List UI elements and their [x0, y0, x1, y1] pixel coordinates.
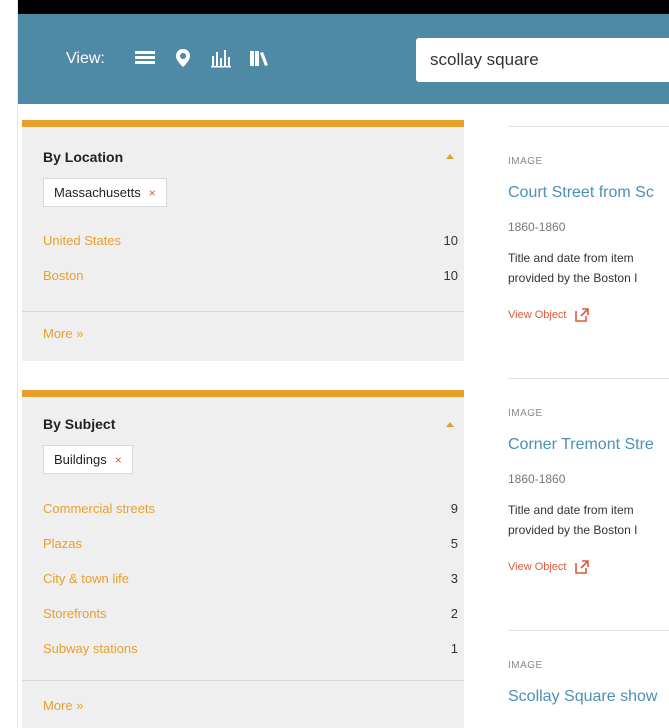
- facet-by-location: By Location Massachusetts × United State…: [22, 120, 464, 361]
- result-divider: [508, 126, 669, 127]
- result-divider: [508, 630, 669, 631]
- facet-item-count: 10: [443, 233, 458, 248]
- search-input[interactable]: [416, 38, 669, 82]
- result-title[interactable]: Corner Tremont Stre: [508, 436, 654, 454]
- facet-by-subject: By Subject Buildings × Commercial street…: [22, 390, 464, 728]
- facet-item[interactable]: Plazas 5: [43, 536, 458, 551]
- result-date: 1860-1860: [508, 472, 566, 486]
- view-object-link[interactable]: View Object: [508, 308, 589, 322]
- facet-item-label[interactable]: Storefronts: [43, 606, 107, 621]
- result-description: provided by the Boston I: [508, 271, 638, 285]
- facet-item-label[interactable]: Boston: [43, 268, 83, 283]
- facet-item[interactable]: United States 10: [43, 233, 458, 248]
- result-date: 1860-1860: [508, 220, 566, 234]
- result-description: provided by the Boston I: [508, 523, 638, 537]
- search-box[interactable]: [416, 38, 669, 82]
- view-label: View:: [66, 50, 105, 67]
- selected-filter-chip[interactable]: Buildings ×: [43, 445, 133, 474]
- map-view-icon[interactable]: [172, 48, 194, 68]
- facet-item-count: 1: [450, 641, 458, 656]
- view-switcher: [134, 48, 270, 68]
- facet-divider: [22, 311, 464, 312]
- facet-title: By Subject: [43, 416, 116, 432]
- facet-item-count: 10: [443, 268, 458, 283]
- result-type: IMAGE: [508, 660, 543, 671]
- remove-filter-icon[interactable]: ×: [115, 453, 122, 467]
- chip-label: Buildings: [54, 452, 107, 467]
- shelf-view-icon[interactable]: [248, 48, 270, 68]
- facet-divider: [22, 680, 464, 681]
- collapse-caret-icon[interactable]: [446, 422, 454, 427]
- collapse-caret-icon[interactable]: [446, 154, 454, 159]
- facet-item-label[interactable]: Subway stations: [43, 641, 138, 656]
- top-black-bar: [18, 0, 669, 14]
- chip-label: Massachusetts: [54, 185, 141, 200]
- remove-filter-icon[interactable]: ×: [149, 186, 156, 200]
- facet-item[interactable]: Boston 10: [43, 268, 458, 283]
- facet-item-count: 3: [450, 571, 458, 586]
- view-object-label[interactable]: View Object: [508, 309, 567, 321]
- result-title[interactable]: Court Street from Sc: [508, 184, 654, 202]
- facet-item[interactable]: Subway stations 1: [43, 641, 458, 656]
- facet-item[interactable]: City & town life 3: [43, 571, 458, 586]
- timeline-view-icon[interactable]: [210, 48, 232, 68]
- facet-item-label[interactable]: Commercial streets: [43, 501, 155, 516]
- results-list: IMAGE Court Street from Sc 1860-1860 Tit…: [490, 104, 669, 728]
- more-link[interactable]: More »: [43, 698, 83, 713]
- result-title[interactable]: Scollay Square show: [508, 688, 657, 706]
- facet-item-label[interactable]: City & town life: [43, 571, 129, 586]
- result-divider: [508, 378, 669, 379]
- facet-item-count: 9: [450, 501, 458, 516]
- result-description: Title and date from item: [508, 251, 634, 265]
- result-type: IMAGE: [508, 156, 543, 167]
- facet-item-label[interactable]: United States: [43, 233, 121, 248]
- page-left-border: [0, 0, 18, 728]
- view-object-link[interactable]: View Object: [508, 560, 589, 574]
- facet-item-count: 2: [450, 606, 458, 621]
- list-view-icon[interactable]: [134, 48, 156, 68]
- view-object-label[interactable]: View Object: [508, 561, 567, 573]
- facet-title: By Location: [43, 149, 124, 165]
- more-link[interactable]: More »: [43, 326, 83, 341]
- selected-filter-chip[interactable]: Massachusetts ×: [43, 178, 167, 207]
- facet-item[interactable]: Storefronts 2: [43, 606, 458, 621]
- result-description: Title and date from item: [508, 503, 634, 517]
- result-type: IMAGE: [508, 408, 543, 419]
- external-link-icon[interactable]: [574, 308, 589, 322]
- facet-item-count: 5: [450, 536, 458, 551]
- external-link-icon[interactable]: [574, 560, 589, 574]
- facet-item[interactable]: Commercial streets 9: [43, 501, 458, 516]
- search-header: View:: [18, 14, 669, 104]
- facet-item-label[interactable]: Plazas: [43, 536, 82, 551]
